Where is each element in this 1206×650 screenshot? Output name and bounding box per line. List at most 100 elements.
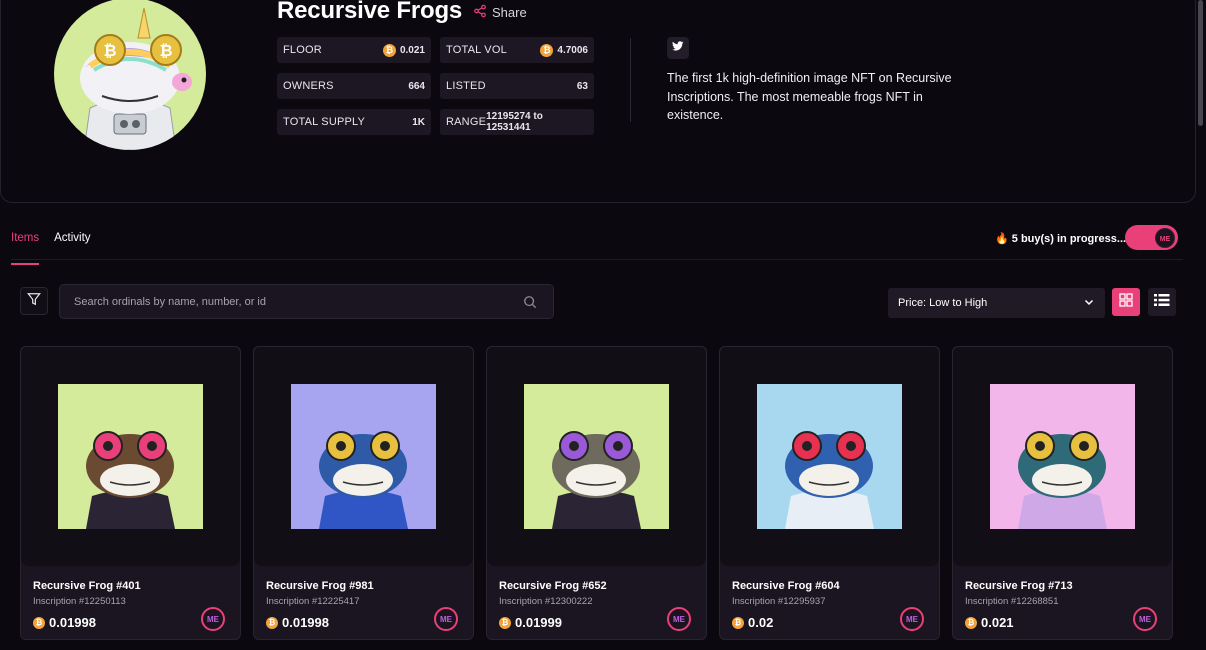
stat-total-supply-value: 1K	[412, 116, 425, 128]
stat-range-value: 12195274 to 12531441	[486, 111, 543, 133]
buy-progress-toggle[interactable]: ME	[1125, 225, 1178, 250]
svg-text:ME: ME	[906, 615, 919, 624]
collection-description: The first 1k high-definition image NFT o…	[667, 71, 952, 122]
item-name[interactable]: Recursive Frog #652	[499, 580, 607, 592]
collection-tabs: Items Activity	[11, 232, 91, 265]
tab-items[interactable]: Items	[11, 232, 40, 265]
stat-range: RANGE 12195274 to 12531441	[440, 109, 594, 135]
twitter-icon	[672, 39, 684, 57]
item-price-value: 0.01998	[282, 615, 329, 630]
item-price: ₿ 0.01999	[499, 615, 562, 630]
item-image	[58, 384, 203, 529]
item-inscription: Inscription #12295937	[732, 596, 826, 607]
buy-progress-status: 🔥 5 buy(s) in progress...	[995, 232, 1126, 245]
item-image	[757, 384, 902, 529]
item-card[interactable]: Recursive Frog #604 Inscription #1229593…	[719, 346, 940, 640]
stat-listed: LISTED 63	[440, 73, 594, 99]
svg-text:ME: ME	[1139, 615, 1152, 624]
item-inscription: Inscription #12250113	[33, 596, 126, 607]
list-icon	[1154, 293, 1170, 312]
collection-title: Recursive Frogs	[277, 0, 463, 24]
search-input[interactable]	[74, 285, 514, 318]
item-card[interactable]: Recursive Frog #652 Inscription #1230022…	[486, 346, 707, 640]
svg-text:ME: ME	[440, 615, 453, 624]
filter-icon	[27, 292, 41, 311]
item-name[interactable]: Recursive Frog #604	[732, 580, 840, 592]
item-image-well	[720, 347, 939, 566]
item-price: ₿ 0.02	[732, 615, 773, 630]
svg-text:ME: ME	[1160, 236, 1171, 243]
stat-total-vol: TOTAL VOL ₿ 4.7006	[440, 37, 594, 63]
share-icon	[473, 4, 487, 21]
grid-view-button[interactable]	[1112, 288, 1140, 316]
collection-avatar: ₿ ₿	[54, 0, 206, 150]
grid-icon	[1119, 292, 1133, 312]
chevron-down-icon	[1083, 296, 1095, 311]
page-scrollbar[interactable]	[1198, 0, 1203, 126]
fire-icon: 🔥	[995, 233, 1009, 245]
list-view-button[interactable]	[1148, 288, 1176, 316]
magic-eden-icon[interactable]: ME	[1132, 606, 1158, 632]
item-image-well	[487, 347, 706, 566]
svg-text:ME: ME	[207, 615, 220, 624]
item-image	[990, 384, 1135, 529]
sort-dropdown[interactable]: Price: Low to High	[888, 288, 1105, 318]
stat-total-supply: TOTAL SUPPLY 1K	[277, 109, 431, 135]
header-divider	[630, 38, 631, 122]
stat-total-vol-label: TOTAL VOL	[446, 44, 507, 56]
item-price-value: 0.01999	[515, 615, 562, 630]
magic-eden-icon[interactable]: ME	[666, 606, 692, 632]
twitter-link[interactable]	[667, 37, 689, 59]
item-image	[524, 384, 669, 529]
item-card[interactable]: Recursive Frog #981 Inscription #1222541…	[253, 346, 474, 640]
btc-icon: ₿	[33, 616, 45, 629]
svg-text:₿: ₿	[103, 42, 116, 60]
tab-activity[interactable]: Activity	[54, 232, 90, 265]
stat-total-vol-value: 4.7006	[557, 44, 588, 56]
btc-icon: ₿	[382, 43, 396, 57]
item-name[interactable]: Recursive Frog #401	[33, 580, 141, 592]
stat-floor-label: FLOOR	[283, 44, 322, 56]
item-price: ₿ 0.01998	[33, 615, 96, 630]
share-button[interactable]: Share	[473, 4, 527, 21]
item-name[interactable]: Recursive Frog #981	[266, 580, 374, 592]
search-box	[59, 284, 554, 319]
stat-range-label: RANGE	[446, 116, 487, 128]
stat-listed-value: 63	[576, 80, 588, 92]
item-card[interactable]: Recursive Frog #713 Inscription #1226885…	[952, 346, 1173, 640]
tabs-divider	[11, 259, 1183, 260]
stat-listed-label: LISTED	[446, 80, 486, 92]
item-inscription: Inscription #12225417	[266, 596, 360, 607]
item-inscription: Inscription #12268851	[965, 596, 1059, 607]
filter-button[interactable]	[20, 287, 48, 315]
svg-text:₿: ₿	[159, 42, 172, 60]
magic-eden-icon[interactable]: ME	[200, 606, 226, 632]
btc-icon: ₿	[499, 616, 511, 629]
item-card[interactable]: Recursive Frog #401 Inscription #1225011…	[20, 346, 241, 640]
item-price-value: 0.021	[981, 615, 1014, 630]
item-image-well	[953, 347, 1172, 566]
magic-eden-icon[interactable]: ME	[433, 606, 459, 632]
magic-eden-icon: ME	[1155, 227, 1175, 248]
item-price-value: 0.01998	[49, 615, 96, 630]
btc-icon: ₿	[540, 43, 554, 57]
btc-icon: ₿	[266, 616, 278, 629]
item-price: ₿ 0.021	[965, 615, 1014, 630]
item-inscription: Inscription #12300222	[499, 596, 593, 607]
item-name[interactable]: Recursive Frog #713	[965, 580, 1073, 592]
search-icon[interactable]	[523, 295, 537, 309]
stat-owners: OWNERS 664	[277, 73, 431, 99]
item-image	[291, 384, 436, 529]
sort-selected-label: Price: Low to High	[898, 297, 988, 309]
share-label: Share	[492, 5, 527, 20]
stat-owners-value: 664	[408, 80, 425, 92]
item-image-well	[254, 347, 473, 566]
stat-owners-label: OWNERS	[283, 80, 334, 92]
btc-icon: ₿	[965, 616, 977, 629]
stat-floor-value: 0.021	[399, 44, 425, 56]
item-image-well	[21, 347, 240, 566]
stat-total-supply-label: TOTAL SUPPLY	[283, 116, 366, 128]
stat-floor: FLOOR ₿ 0.021	[277, 37, 431, 63]
item-price-value: 0.02	[748, 615, 774, 630]
magic-eden-icon[interactable]: ME	[899, 606, 925, 632]
